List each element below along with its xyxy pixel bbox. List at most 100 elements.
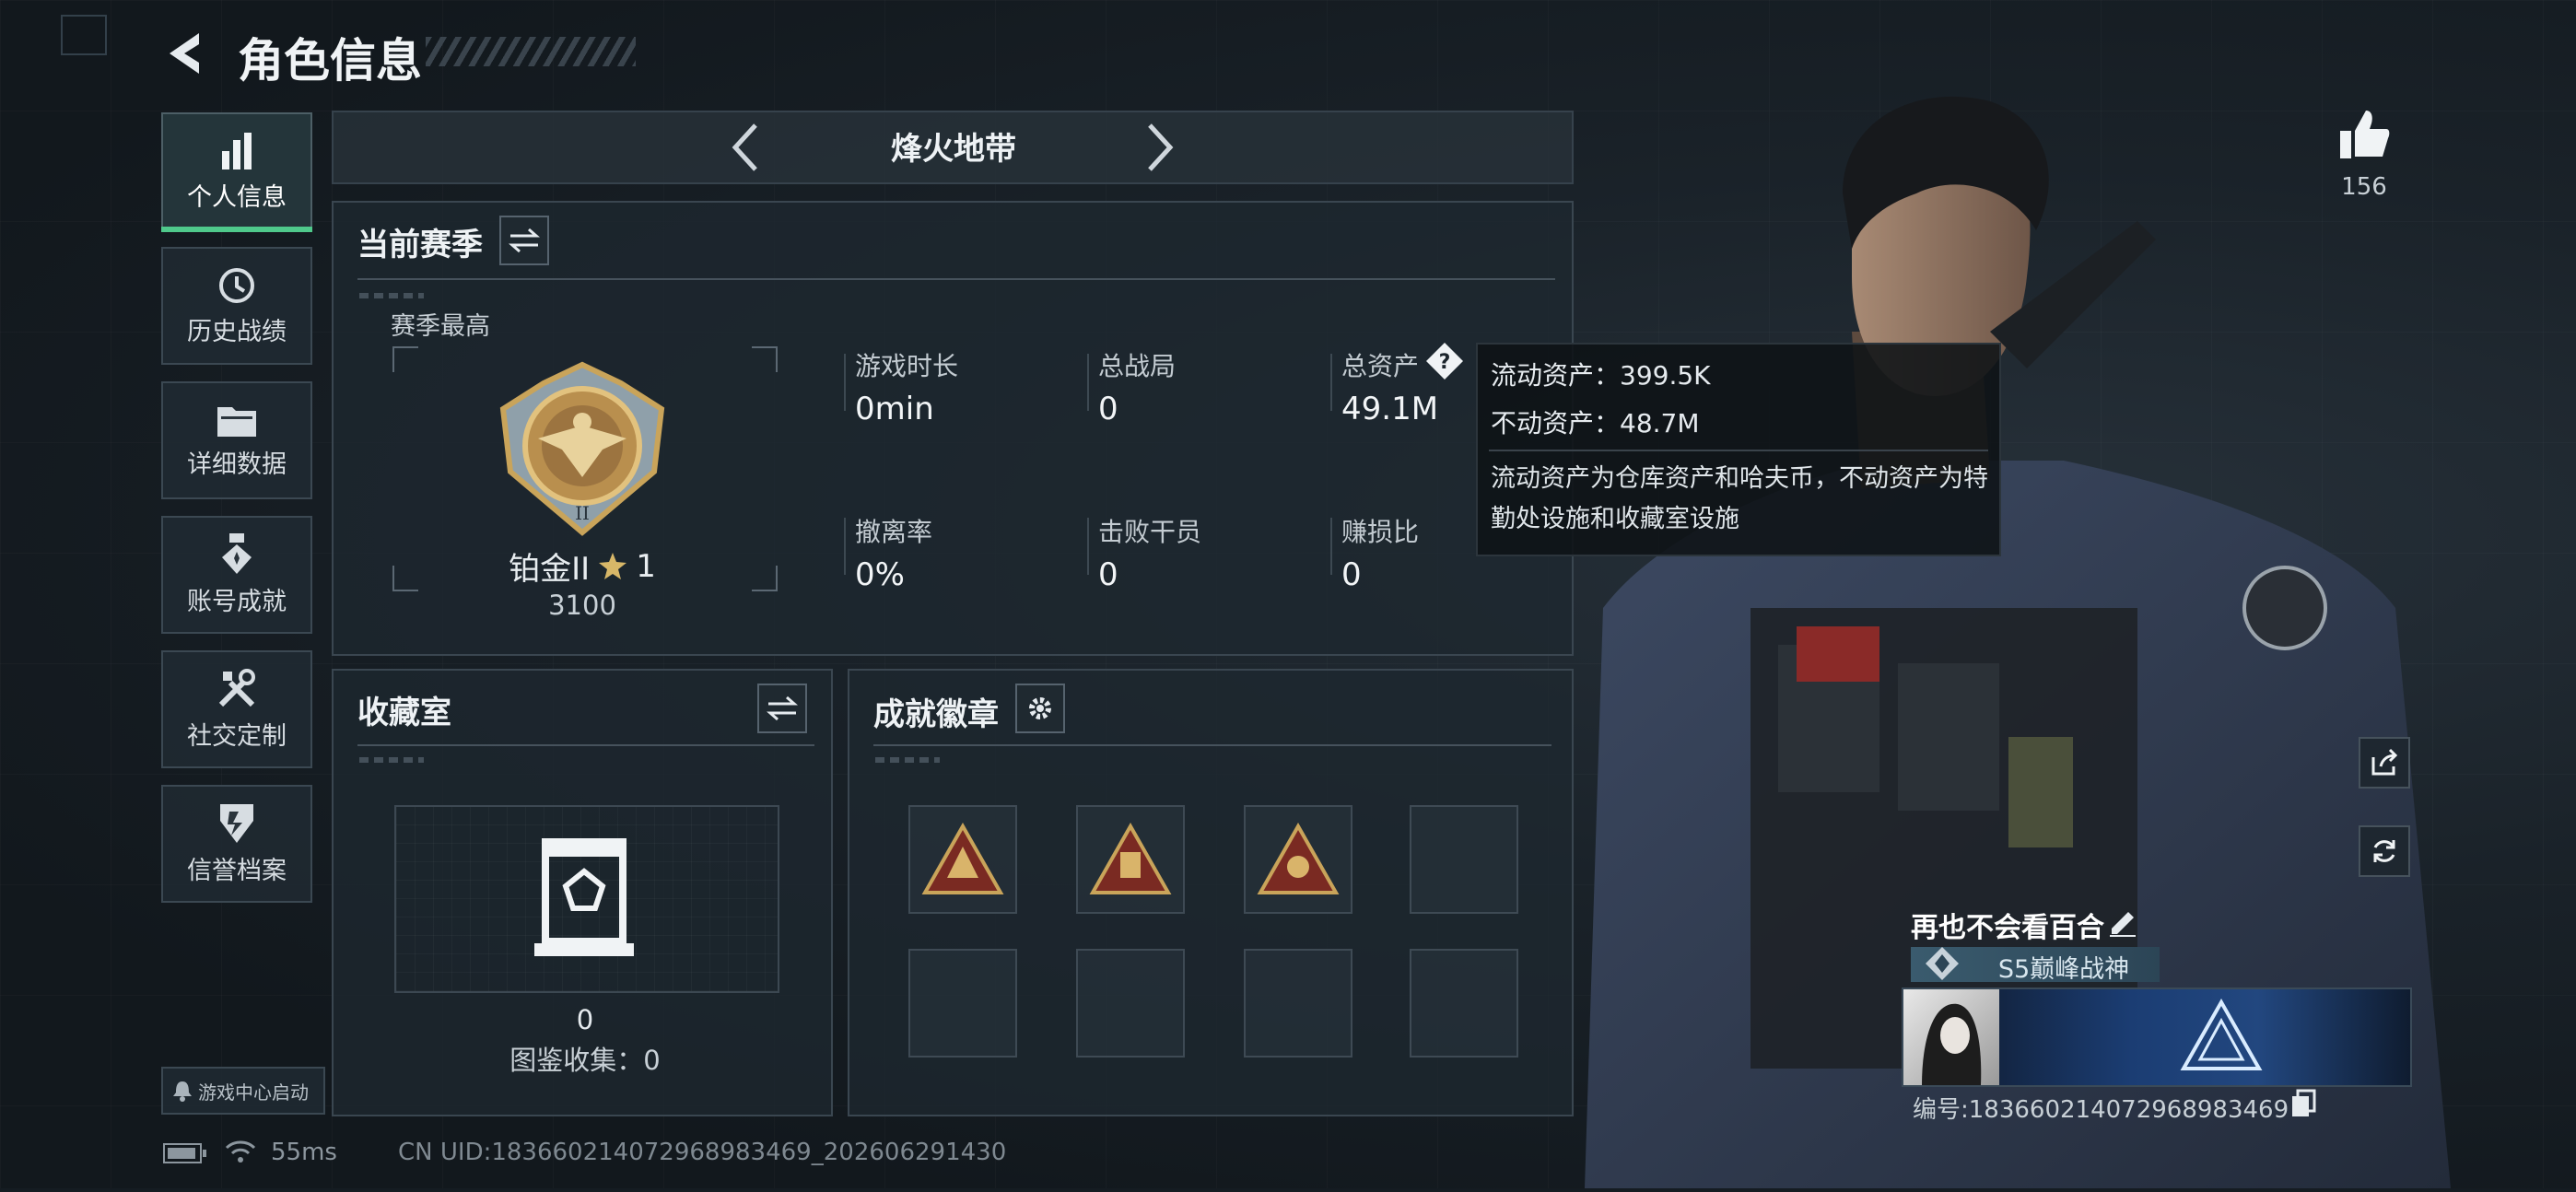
achievement-badge-slot-empty[interactable] [908,949,1017,1058]
sidebar-item-social[interactable]: 社交定制 [161,650,312,768]
season-switch-button[interactable] [499,216,549,265]
stat-value-playtime: 0min [855,391,934,427]
collection-title: 收藏室 [357,695,451,731]
player-avatar [1903,989,1999,1085]
refresh-button[interactable] [2359,825,2410,877]
active-tab-indicator [161,227,312,232]
back-arrow-icon [170,33,199,74]
triangle-badge-icon [921,823,1004,894]
wifi-icon [225,1139,256,1166]
achievement-badge-slot[interactable] [1244,805,1352,914]
sidebar-item-label: 账号成就 [187,587,287,616]
stat-label-playtime: 游戏时长 [855,351,959,381]
ping-value: 55ms [271,1139,337,1166]
achievement-badge-slot-empty[interactable] [1076,949,1185,1058]
svg-text:?: ? [1439,351,1451,374]
collection-showcase[interactable] [533,835,636,960]
mode-prev-button[interactable] [728,120,765,175]
battery-icon [163,1143,206,1163]
stat-label-extract-rate: 撤离率 [855,517,933,547]
share-icon [2371,748,2398,776]
season-divider [357,278,1555,280]
player-name: 再也不会看百合 [1911,912,2104,944]
achievement-badge-slot-empty[interactable] [1410,805,1518,914]
stat-separator [1087,354,1089,411]
game-center-label: 游戏中心启动 [198,1081,309,1104]
player-id: 编号:1836602140729689834​69 [1913,1096,2289,1124]
sidebar-item-detailed-data[interactable]: 详细数据 [161,381,312,499]
achievement-badge-slot[interactable] [908,805,1017,914]
back-button[interactable] [162,28,208,79]
rank-frame-corner [392,566,418,591]
shield-icon [220,803,253,843]
history-clock-icon [219,267,254,303]
battery-icon [162,1142,208,1164]
sidebar-item-personal-info[interactable]: 个人信息 [161,112,312,230]
sidebar-item-label: 信誉档案 [187,856,287,885]
game-center-launch-button[interactable]: 游戏中心启动 [161,1067,325,1115]
swap-arrows-icon [509,228,540,253]
chevron-left-icon [732,123,757,171]
sidebar-item-label: 社交定制 [187,721,287,751]
stat-label-total-assets: 总资产 [1341,351,1420,381]
stat-value-total-matches: 0 [1098,391,1118,427]
chevron-right-icon [1148,123,1174,171]
like-count: 156 [2341,173,2387,201]
rank-frame-corner [752,566,778,591]
peak-badge-icon [1926,947,1959,980]
achievements-settings-button[interactable] [1015,684,1065,733]
collection-count: 0 [576,1004,594,1035]
rank-name-row: 铂金II 1 [479,543,685,589]
stat-separator [1087,518,1089,575]
achievement-badge-slot[interactable] [1076,805,1185,914]
triangle-badge-icon [1089,823,1172,894]
collection-switch-button[interactable] [757,684,807,733]
stat-label-kills: 击败干员 [1098,517,1202,547]
bar-chart-icon [222,132,252,169]
gear-icon [1029,697,1051,719]
sidebar-item-credit[interactable]: 信誉档案 [161,785,312,903]
swap-arrows-icon [767,695,798,721]
stat-value-total-assets: 49.1M [1341,391,1439,427]
svg-text:II: II [575,502,590,524]
player-banner[interactable] [1902,987,2412,1087]
achievement-badge-slot-empty[interactable] [1410,949,1518,1058]
sidebar-item-history[interactable]: 历史战绩 [161,247,312,365]
stat-value-kills: 0 [1098,556,1118,593]
achievement-badge-slot-empty[interactable] [1244,949,1352,1058]
medal-icon [222,532,252,574]
tooltip-description: 流动资产为仓库资产和哈夫币，不动资产为特勤处设施和收藏室设施 [1491,464,1988,533]
uid-text: CN UID:1836602140729689834​69_2026062914… [398,1139,1007,1166]
achievements-divider [873,744,1551,746]
page-title: 角色信息 [238,34,422,88]
edit-name-button[interactable] [2106,905,2139,938]
stat-separator [844,354,846,411]
thumbs-up-icon [2340,111,2390,158]
player-title-badge: S5巅峰战神 [1997,955,2130,984]
copy-id-button[interactable] [2290,1089,2318,1118]
divider-marks [875,757,940,763]
stat-label-total-matches: 总战局 [1098,351,1177,381]
share-button[interactable] [2359,737,2410,789]
like-button[interactable] [2336,107,2392,162]
sidebar-item-label: 历史战绩 [187,317,287,346]
mode-label: 烽火地带 [891,131,1016,168]
divider-marks [359,293,424,298]
divider-marks [359,757,424,763]
sidebar-item-label: 详细数据 [187,450,287,479]
rank-name: 铂金II [509,551,591,588]
assets-help-button[interactable]: ? [1424,341,1465,381]
tooltip-divider [1489,450,1988,451]
rank-frame-corner [752,346,778,372]
bell-icon [173,1081,192,1102]
title-badge-icon [1922,943,1962,984]
collection-catalog: 图鉴收集：0 [509,1045,661,1076]
mode-next-button[interactable] [1141,120,1177,175]
achievements-title: 成就徽章 [873,696,999,733]
stat-value-extract-rate: 0% [855,556,905,593]
collection-divider [357,744,814,746]
wifi-icon [225,1140,256,1163]
copy-icon [2292,1089,2316,1116]
stat-separator [844,518,846,575]
sidebar-item-achievements[interactable]: 账号成就 [161,516,312,634]
